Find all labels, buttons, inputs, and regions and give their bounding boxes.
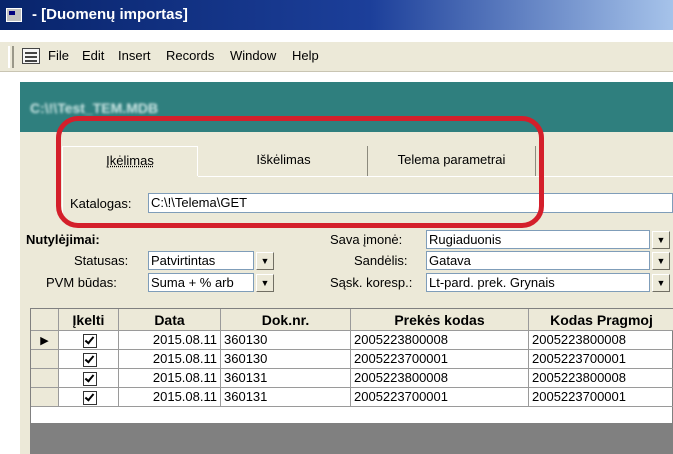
checkbox-checked-icon xyxy=(83,372,97,386)
form-window-icon[interactable] xyxy=(22,48,40,64)
window-title: - [Duomenų importas] xyxy=(32,6,188,23)
table-cell-kodas-pragmoj[interactable]: 2005223800008 xyxy=(529,369,673,388)
table-row-checkbox[interactable] xyxy=(59,350,119,369)
app-icon[interactable] xyxy=(6,8,22,22)
pvm-label: PVM būdas: xyxy=(46,275,117,290)
imone-select[interactable]: Rugiaduonis xyxy=(426,230,650,249)
table-cell-kodas-pragmoj[interactable]: 2005223700001 xyxy=(529,388,673,407)
table-cell-kodas-pragmoj[interactable]: 2005223700001 xyxy=(529,350,673,369)
pvm-select[interactable]: Suma + % arb xyxy=(148,273,254,292)
menu-window[interactable]: Window xyxy=(230,48,276,63)
table-row-checkbox[interactable] xyxy=(59,369,119,388)
col-ikelti-header[interactable]: Įkelti xyxy=(59,309,119,331)
chevron-down-icon: ▼ xyxy=(260,256,270,266)
table-cell-prekes-kodas[interactable]: 2005223800008 xyxy=(351,369,529,388)
statusas-select[interactable]: Patvirtintas xyxy=(148,251,254,270)
koresp-dropdown-button[interactable]: ▼ xyxy=(652,274,670,292)
defaults-title: Nutylėjimai: xyxy=(26,232,100,247)
menu-insert[interactable]: Insert xyxy=(118,48,151,63)
sandelis-dropdown-button[interactable]: ▼ xyxy=(652,252,670,270)
row-selector[interactable] xyxy=(31,369,59,388)
table-cell-data[interactable]: 2015.08.11 xyxy=(119,350,221,369)
row-selector[interactable] xyxy=(31,388,59,407)
highlight-annotation xyxy=(56,116,544,228)
current-row-arrow-icon: ▶ xyxy=(40,335,49,347)
imone-label: Sava įmonė: xyxy=(330,232,403,247)
title-bar[interactable]: - [Duomenų importas] xyxy=(0,0,673,30)
menu-records[interactable]: Records xyxy=(166,48,214,63)
col-data-header[interactable]: Data xyxy=(119,309,221,331)
table-cell-doknr[interactable]: 360131 xyxy=(221,388,351,407)
col-kodas-pragmoj-header[interactable]: Kodas Pragmoj xyxy=(529,309,673,331)
row-selector-header xyxy=(31,309,59,331)
table-row-checkbox[interactable] xyxy=(59,388,119,407)
imone-dropdown-button[interactable]: ▼ xyxy=(652,231,670,249)
table-cell-doknr[interactable]: 360131 xyxy=(221,369,351,388)
menu-help[interactable]: Help xyxy=(292,48,319,63)
col-doknr-header[interactable]: Dok.nr. xyxy=(221,309,351,331)
table-cell-doknr[interactable]: 360130 xyxy=(221,350,351,369)
checkbox-checked-icon xyxy=(83,353,97,367)
koresp-label: Sąsk. koresp.: xyxy=(330,275,413,290)
row-selector-current[interactable]: ▶ xyxy=(31,331,59,350)
col-prekes-kodas-header[interactable]: Prekės kodas xyxy=(351,309,529,331)
menu-file[interactable]: File xyxy=(48,48,69,63)
checkbox-checked-icon xyxy=(83,334,97,348)
table-cell-data[interactable]: 2015.08.11 xyxy=(119,369,221,388)
table-cell-data[interactable]: 2015.08.11 xyxy=(119,388,221,407)
table-cell-prekes-kodas[interactable]: 2005223800008 xyxy=(351,331,529,350)
statusas-dropdown-button[interactable]: ▼ xyxy=(256,252,274,270)
checkbox-checked-icon xyxy=(83,391,97,405)
table-row-checkbox[interactable] xyxy=(59,331,119,350)
table-cell-prekes-kodas[interactable]: 2005223700001 xyxy=(351,388,529,407)
statusas-label: Statusas: xyxy=(74,253,129,268)
menu-grip-handle[interactable] xyxy=(8,46,14,68)
database-path-label: C:\!\Test_TEM.MDB xyxy=(30,100,159,116)
chevron-down-icon: ▼ xyxy=(656,256,666,266)
chevron-down-icon: ▼ xyxy=(656,235,666,245)
sandelis-label: Sandėlis: xyxy=(354,253,408,268)
table-cell-kodas-pragmoj[interactable]: 2005223800008 xyxy=(529,331,673,350)
sandelis-select[interactable]: Gatava xyxy=(426,251,650,270)
chevron-down-icon: ▼ xyxy=(656,278,666,288)
table-cell-data[interactable]: 2015.08.11 xyxy=(119,331,221,350)
import-grid: Įkelti Data Dok.nr. Prekės kodas Kodas P… xyxy=(30,308,673,424)
chevron-down-icon: ▼ xyxy=(260,278,270,288)
pvm-dropdown-button[interactable]: ▼ xyxy=(256,274,274,292)
grid-empty-area xyxy=(30,424,673,454)
menu-edit[interactable]: Edit xyxy=(82,48,104,63)
row-selector[interactable] xyxy=(31,350,59,369)
table-cell-prekes-kodas[interactable]: 2005223700001 xyxy=(351,350,529,369)
table-cell-doknr[interactable]: 360130 xyxy=(221,331,351,350)
koresp-select[interactable]: Lt-pard. prek. Grynais xyxy=(426,273,650,292)
